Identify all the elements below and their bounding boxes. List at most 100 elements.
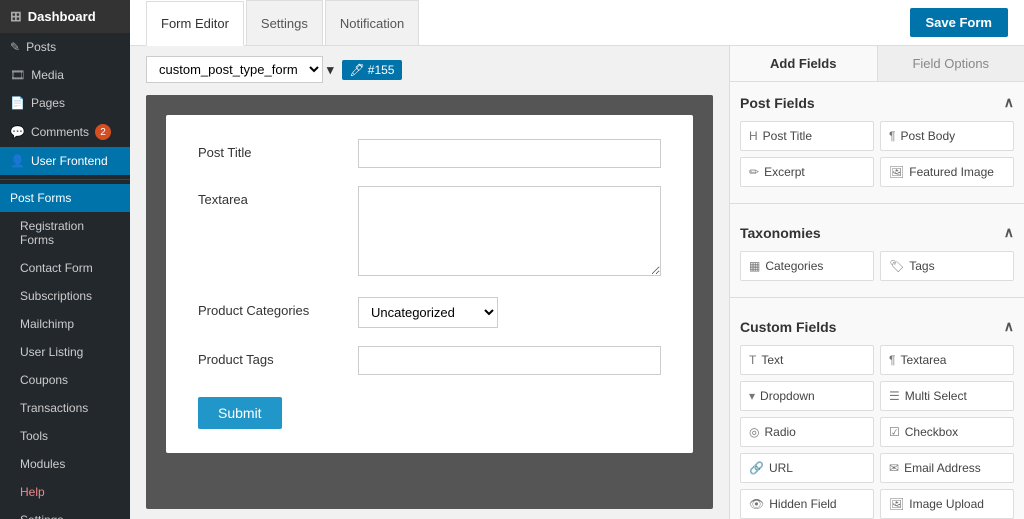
sidebar-item-user-frontend[interactable]: 👤 User Frontend	[0, 147, 130, 175]
coupons-label: Coupons	[20, 373, 68, 387]
field-btn-hidden-field[interactable]: 👁 Hidden Field	[740, 489, 874, 519]
custom-fields-title: Custom Fields	[740, 319, 836, 335]
divider-panel-1	[730, 203, 1024, 204]
field-control-product-categories: Uncategorized	[358, 297, 661, 328]
sidebar-item-registration-forms[interactable]: Registration Forms	[0, 212, 130, 254]
field-btn-radio[interactable]: ◎ Radio	[740, 417, 874, 447]
post-fields-section: Post Fields ∧ H Post Title ¶ Post Body ✏…	[730, 82, 1024, 199]
panel-tab-field-options[interactable]: Field Options	[878, 46, 1024, 81]
excerpt-icon: ✏	[749, 165, 759, 179]
taxonomies-header: Taxonomies ∧	[740, 224, 1014, 241]
panel-tab-add-fields[interactable]: Add Fields	[730, 46, 878, 81]
tab-settings[interactable]: Settings	[246, 0, 323, 45]
sidebar: ⊞ Dashboard ✎ Posts 🎞 Media 📄 Pages 💬 Co…	[0, 0, 130, 519]
post-fields-collapse-icon[interactable]: ∧	[1004, 94, 1014, 111]
panel-tabs: Add Fields Field Options	[730, 46, 1024, 82]
post-fields-header: Post Fields ∧	[740, 94, 1014, 111]
field-row-textarea: Textarea	[198, 186, 661, 279]
sidebar-item-help[interactable]: Help	[0, 478, 130, 506]
sidebar-item-mailchimp[interactable]: Mailchimp	[0, 310, 130, 338]
field-btn-image-upload[interactable]: 🖼 Image Upload	[880, 489, 1014, 519]
field-btn-categories[interactable]: ▦ Categories	[740, 251, 874, 281]
form-id-badge: 🖊 #155	[342, 60, 403, 80]
sidebar-item-user-listing[interactable]: User Listing	[0, 338, 130, 366]
user-frontend-icon: 👤	[10, 154, 25, 168]
settings-label: Settings	[20, 513, 63, 519]
radio-icon: ◎	[749, 425, 759, 439]
submit-button[interactable]: Submit	[198, 397, 282, 429]
form-name-selector: custom_post_type_form ▾	[146, 56, 334, 83]
field-btn-url[interactable]: 🔗 URL	[740, 453, 874, 483]
mailchimp-label: Mailchimp	[20, 317, 74, 331]
email-icon: ✉	[889, 461, 899, 475]
sidebar-item-subscriptions[interactable]: Subscriptions	[0, 282, 130, 310]
dropdown-cf-icon: ▾	[749, 389, 755, 403]
field-control-post-title	[358, 139, 661, 168]
product-categories-select[interactable]: Uncategorized	[358, 297, 498, 328]
sidebar-item-tools[interactable]: Tools	[0, 422, 130, 450]
custom-fields-section: Custom Fields ∧ T Text ¶ Textarea ▾ Drop…	[730, 306, 1024, 519]
save-form-button[interactable]: Save Form	[910, 8, 1008, 37]
tab-notification[interactable]: Notification	[325, 0, 419, 45]
sidebar-item-transactions[interactable]: Transactions	[0, 394, 130, 422]
textarea-icon: ¶	[889, 353, 895, 367]
field-btn-featured-image[interactable]: 🖼 Featured Image	[880, 157, 1014, 187]
textarea-input[interactable]	[358, 186, 661, 276]
field-btn-text[interactable]: T Text	[740, 345, 874, 375]
taxonomies-title: Taxonomies	[740, 225, 821, 241]
taxonomies-grid: ▦ Categories 🏷 Tags	[740, 251, 1014, 281]
form-name-dropdown[interactable]: custom_post_type_form	[146, 56, 323, 83]
field-btn-textarea-cf[interactable]: ¶ Textarea	[880, 345, 1014, 375]
main-content: Form Editor Settings Notification Save F…	[130, 0, 1024, 519]
sidebar-item-label: User Frontend	[31, 154, 108, 168]
field-btn-checkbox[interactable]: ☑ Checkbox	[880, 417, 1014, 447]
tab-form-editor[interactable]: Form Editor	[146, 1, 244, 46]
image-upload-icon: 🖼	[889, 497, 904, 511]
dropdown-icon: ▾	[327, 62, 334, 78]
custom-fields-header: Custom Fields ∧	[740, 318, 1014, 335]
sidebar-item-comments[interactable]: 💬 Comments 2	[0, 117, 130, 147]
taxonomies-collapse-icon[interactable]: ∧	[1004, 224, 1014, 241]
form-preview: Post Title Textarea Product	[146, 95, 713, 509]
form-editor-area: custom_post_type_form ▾ 🖊 #155 Post Titl…	[130, 46, 729, 519]
field-btn-post-title[interactable]: H Post Title	[740, 121, 874, 151]
field-btn-excerpt[interactable]: ✏ Excerpt	[740, 157, 874, 187]
product-tags-input[interactable]	[358, 346, 661, 375]
sidebar-item-media[interactable]: 🎞 Media	[0, 61, 130, 89]
sidebar-item-modules[interactable]: Modules	[0, 450, 130, 478]
post-fields-grid: H Post Title ¶ Post Body ✏ Excerpt 🖼 Fea…	[740, 121, 1014, 187]
post-body-icon: ¶	[889, 129, 895, 143]
divider-panel-2	[730, 297, 1024, 298]
field-btn-tags[interactable]: 🏷 Tags	[880, 251, 1014, 281]
sidebar-item-pages[interactable]: 📄 Pages	[0, 89, 130, 117]
sidebar-item-coupons[interactable]: Coupons	[0, 366, 130, 394]
field-btn-dropdown[interactable]: ▾ Dropdown	[740, 381, 874, 411]
hidden-field-icon: 👁	[749, 497, 764, 511]
user-listing-label: User Listing	[20, 345, 83, 359]
topbar: Form Editor Settings Notification Save F…	[130, 0, 1024, 46]
field-control-product-tags	[358, 346, 661, 375]
tags-icon: 🏷	[889, 259, 904, 273]
modules-label: Modules	[20, 457, 65, 471]
transactions-label: Transactions	[20, 401, 88, 415]
contact-form-label: Contact Form	[20, 261, 93, 275]
sidebar-item-settings[interactable]: Settings	[0, 506, 130, 519]
sidebar-item-post-forms[interactable]: Post Forms	[0, 184, 130, 212]
help-label: Help	[20, 485, 45, 499]
registration-forms-label: Registration Forms	[20, 219, 120, 247]
media-icon: 🎞	[10, 68, 25, 82]
field-row-product-tags: Product Tags	[198, 346, 661, 375]
comments-icon: 💬	[10, 125, 25, 139]
sidebar-item-contact-form[interactable]: Contact Form	[0, 254, 130, 282]
sidebar-item-posts[interactable]: ✎ Posts	[0, 33, 130, 61]
field-label-post-title: Post Title	[198, 139, 338, 160]
categories-icon: ▦	[749, 259, 760, 273]
post-title-input[interactable]	[358, 139, 661, 168]
field-btn-email-address[interactable]: ✉ Email Address	[880, 453, 1014, 483]
form-id-text: #155	[368, 63, 395, 77]
field-btn-post-body[interactable]: ¶ Post Body	[880, 121, 1014, 151]
field-btn-multi-select[interactable]: ☰ Multi Select	[880, 381, 1014, 411]
dashboard-icon: ⊞	[10, 8, 22, 25]
form-inner: Post Title Textarea Product	[166, 115, 693, 453]
custom-fields-collapse-icon[interactable]: ∧	[1004, 318, 1014, 335]
